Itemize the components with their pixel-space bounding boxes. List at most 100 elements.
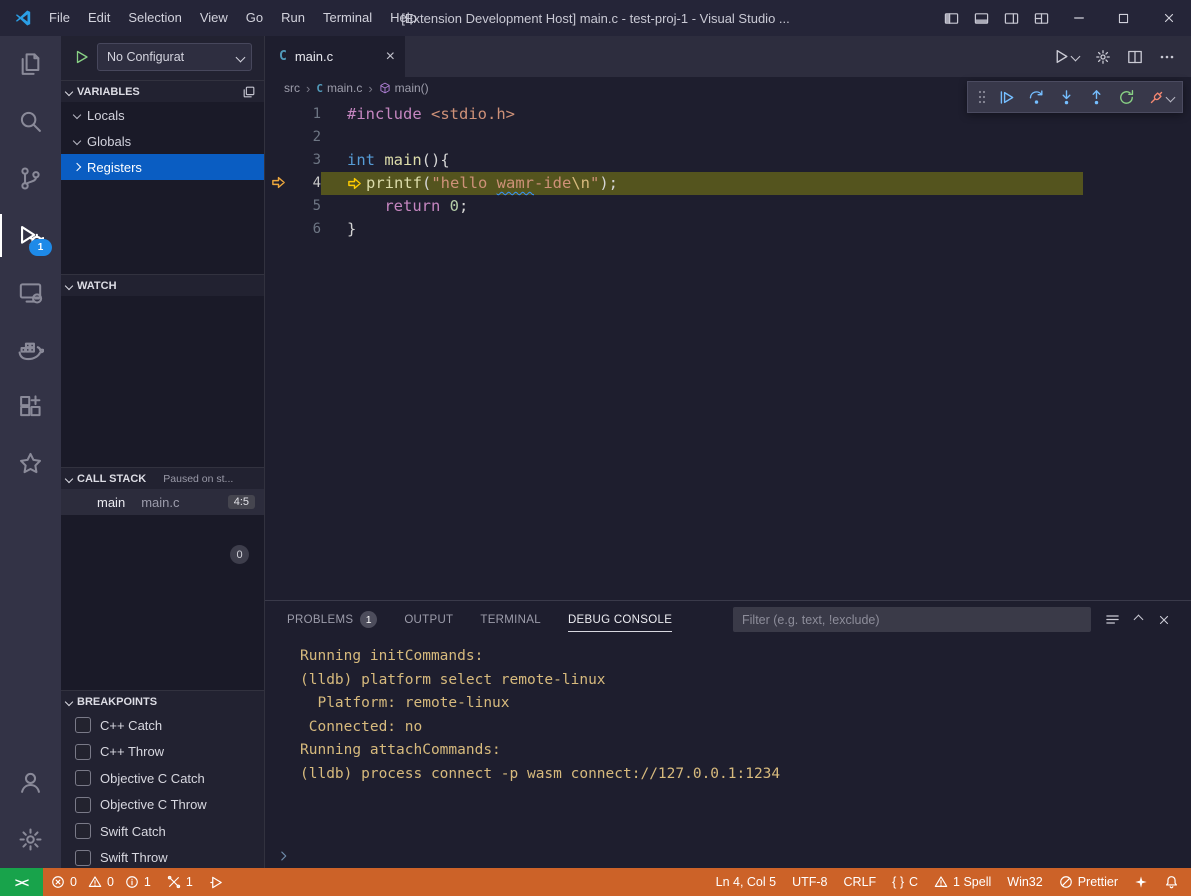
output-options-icon[interactable]: [1105, 612, 1120, 627]
panel-tab-label: TERMINAL: [480, 614, 541, 626]
menu-run[interactable]: Run: [272, 0, 314, 36]
glyph-margin[interactable]: [265, 149, 295, 172]
debug-config-dropdown[interactable]: No Configurat: [97, 43, 252, 71]
problems-status[interactable]: 0 0 1: [43, 868, 159, 896]
stack-frame-row[interactable]: main main.c 4:5: [61, 489, 264, 515]
step-over-button[interactable]: [1021, 84, 1051, 110]
activity-remote-explorer[interactable]: [0, 264, 61, 321]
start-debugging-icon[interactable]: [74, 49, 90, 65]
maximize-panel-icon[interactable]: [1135, 616, 1142, 623]
watch-header[interactable]: WATCH: [61, 274, 264, 296]
menu-edit[interactable]: Edit: [79, 0, 119, 36]
activity-run-and-debug[interactable]: 1: [0, 207, 61, 264]
encoding-indicator[interactable]: UTF-8: [784, 868, 835, 896]
cursor-position[interactable]: Ln 4, Col 5: [708, 868, 784, 896]
activity-favorites[interactable]: [0, 435, 61, 492]
toggle-secondary-sidebar-icon[interactable]: [996, 0, 1026, 36]
collapse-all-icon[interactable]: [242, 85, 256, 99]
variables-item-globals[interactable]: Globals: [61, 128, 264, 154]
activity-docker[interactable]: [0, 321, 61, 378]
glyph-margin[interactable]: [265, 103, 295, 126]
breakpoint-checkbox[interactable]: [75, 717, 91, 733]
restart-button[interactable]: [1111, 84, 1141, 110]
activity-accounts[interactable]: [0, 754, 61, 811]
breakpoint-c-catch[interactable]: C++ Catch: [61, 712, 264, 739]
toggle-sidebar-icon[interactable]: [936, 0, 966, 36]
breadcrumb-item-main-c[interactable]: Cmain.c: [316, 81, 362, 95]
glyph-margin[interactable]: [265, 195, 295, 218]
breadcrumb-item-src[interactable]: src: [284, 81, 300, 95]
panel-tab-problems[interactable]: PROBLEMS1: [287, 601, 377, 638]
breakpoint-objective-c-throw[interactable]: Objective C Throw: [61, 792, 264, 819]
activity-explorer[interactable]: [0, 36, 61, 93]
activity-extensions[interactable]: [0, 378, 61, 435]
panel-tab-terminal[interactable]: TERMINAL: [480, 601, 541, 638]
code-area[interactable]: 1#include <stdio.h>23int main(){4printf(…: [265, 99, 1191, 600]
eol-indicator[interactable]: CRLF: [836, 868, 885, 896]
variables-header[interactable]: VARIABLES: [61, 80, 264, 102]
glyph-margin[interactable]: [265, 126, 295, 149]
code-token: ;: [459, 195, 468, 218]
activity-settings[interactable]: [0, 811, 61, 868]
panel-tab-debug-console[interactable]: DEBUG CONSOLE: [568, 601, 672, 638]
info-count: 1: [144, 875, 151, 889]
code-line-5[interactable]: 5 return 0;: [265, 195, 1191, 218]
minimize-button[interactable]: [1056, 0, 1101, 36]
breakpoint-checkbox[interactable]: [75, 850, 91, 866]
spell-indicator[interactable]: 1 Spell: [926, 868, 999, 896]
menu-file[interactable]: File: [40, 0, 79, 36]
more-actions-icon[interactable]: [1159, 49, 1175, 65]
menu-go[interactable]: Go: [237, 0, 272, 36]
menu-terminal[interactable]: Terminal: [314, 0, 381, 36]
close-button[interactable]: [1146, 0, 1191, 36]
toggle-panel-icon[interactable]: [966, 0, 996, 36]
code-line-6[interactable]: 6}: [265, 218, 1191, 241]
activity-search[interactable]: [0, 93, 61, 150]
tab-close-icon[interactable]: ×: [386, 49, 395, 65]
close-panel-icon[interactable]: [1157, 613, 1171, 627]
continue-button[interactable]: [991, 84, 1021, 110]
debug-console-output[interactable]: Running initCommands:(lldb) platform sel…: [265, 638, 1191, 844]
breadcrumb-item-main[interactable]: main(): [379, 81, 429, 95]
variables-item-locals[interactable]: Locals: [61, 102, 264, 128]
code-line-3[interactable]: 3int main(){: [265, 149, 1191, 172]
drag-handle-icon[interactable]: [978, 89, 986, 105]
activity-source-control[interactable]: [0, 150, 61, 207]
call-stack-header[interactable]: CALL STACK Paused on st...: [61, 467, 264, 489]
run-file-button[interactable]: [1053, 48, 1079, 65]
debug-console-input[interactable]: [265, 844, 1191, 868]
split-editor-icon[interactable]: [1127, 49, 1143, 65]
breakpoint-objective-c-catch[interactable]: Objective C Catch: [61, 765, 264, 792]
chevron-right-icon: [73, 163, 81, 171]
variables-item-registers[interactable]: Registers: [61, 154, 264, 180]
platform-indicator[interactable]: Win32: [999, 868, 1050, 896]
breakpoint-checkbox[interactable]: [75, 797, 91, 813]
code-line-2[interactable]: 2: [265, 126, 1191, 149]
menu-selection[interactable]: Selection: [119, 0, 190, 36]
menu-view[interactable]: View: [191, 0, 237, 36]
breakpoint-checkbox[interactable]: [75, 823, 91, 839]
step-into-button[interactable]: [1051, 84, 1081, 110]
glyph-margin[interactable]: [265, 172, 295, 195]
console-filter-input[interactable]: [733, 607, 1091, 632]
breakpoint-checkbox[interactable]: [75, 744, 91, 760]
settings-gear-icon[interactable]: [1095, 49, 1111, 65]
breakpoint-checkbox[interactable]: [75, 770, 91, 786]
customize-layout-icon[interactable]: [1026, 0, 1056, 36]
formatter-indicator[interactable]: Prettier: [1051, 868, 1126, 896]
language-indicator[interactable]: { } C: [884, 868, 926, 896]
glyph-margin[interactable]: [265, 218, 295, 241]
tab-main-c[interactable]: C main.c ×: [265, 36, 405, 77]
breakpoint-c-throw[interactable]: C++ Throw: [61, 739, 264, 766]
step-out-button[interactable]: [1081, 84, 1111, 110]
breakpoint-swift-catch[interactable]: Swift Catch: [61, 818, 264, 845]
sparkle-status[interactable]: [1126, 868, 1156, 896]
tools-indicator[interactable]: 1: [159, 868, 201, 896]
debug-status[interactable]: [201, 868, 232, 896]
breakpoints-header[interactable]: BREAKPOINTS: [61, 690, 264, 712]
remote-indicator[interactable]: ><: [0, 868, 43, 896]
maximize-button[interactable]: [1101, 0, 1146, 36]
notifications[interactable]: [1156, 868, 1187, 896]
code-line-4[interactable]: 4printf("hello wamr-ide\n");: [265, 172, 1191, 195]
panel-tab-output[interactable]: OUTPUT: [404, 601, 453, 638]
